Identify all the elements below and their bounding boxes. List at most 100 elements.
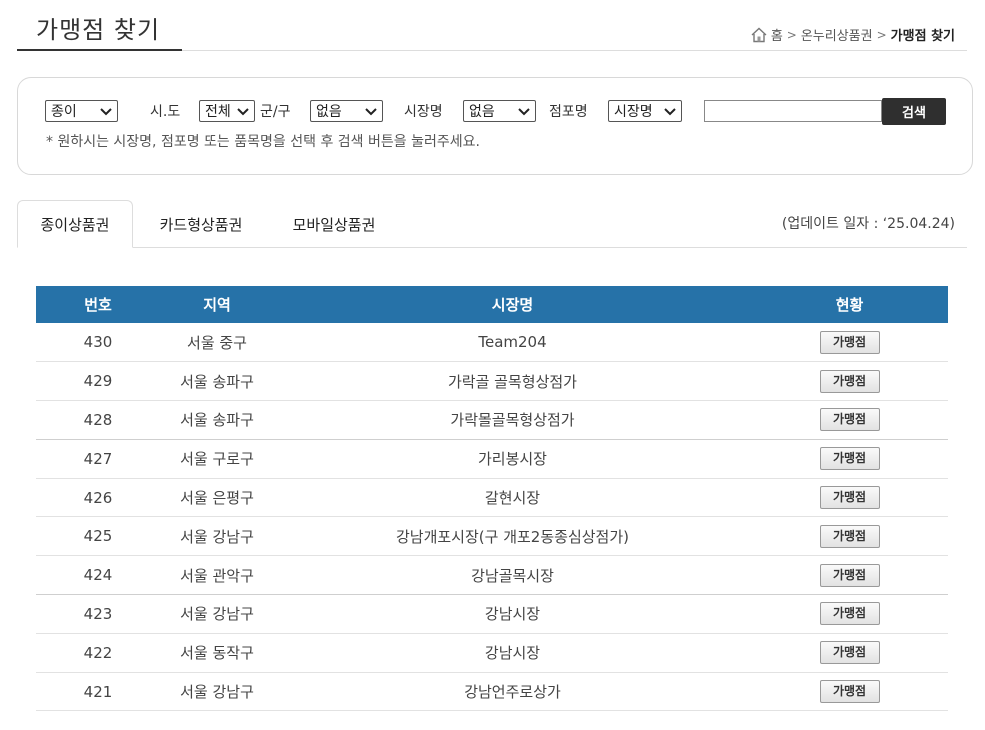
table-row: 429 서울 송파구 가락골 골목형상점가 가맹점 [36, 361, 948, 402]
store-list-button[interactable]: 가맹점 [819, 408, 880, 432]
tab-paper-voucher[interactable]: 종이상품권 [17, 200, 133, 248]
header-divider [182, 50, 967, 51]
row-status: 가맹점 [751, 361, 948, 402]
search-panel: 종이 시.도 전체 군/구 없음 시장명 없음 점포명 시장명 검색 * 원하시… [17, 77, 973, 175]
page-title: 가맹점 찾기 [36, 16, 161, 44]
chevron-right-icon: > [786, 27, 797, 42]
store-table: 번호 지역 시장명 현황 430 서울 중구 Team204 가맹점 429 서… [36, 286, 948, 712]
row-region: 서울 은평구 [160, 478, 274, 518]
voucher-type-value: 종이 [51, 104, 77, 120]
gungu-label: 군/구 [260, 104, 291, 120]
table-row: 426 서울 은평구 갈현시장 가맹점 [36, 478, 948, 518]
update-date: (업데이트 일자 : ‘25.04.24) [781, 216, 955, 232]
table-row: 422 서울 동작구 강남시장 가맹점 [36, 633, 948, 673]
row-market: 가락골 골목형상점가 [274, 361, 751, 402]
table-row: 424 서울 관악구 강남골목시장 가맹점 [36, 555, 948, 596]
gungu-value: 없음 [316, 104, 342, 120]
row-number: 427 [36, 439, 160, 479]
home-icon[interactable] [751, 27, 767, 43]
chevron-right-icon: > [876, 27, 887, 42]
row-status: 가맹점 [751, 555, 948, 596]
gungu-select[interactable]: 없음 [310, 100, 383, 122]
row-number: 422 [36, 633, 160, 673]
breadcrumb: 홈 > 온누리상품권 > 가맹점 찾기 [751, 25, 955, 44]
voucher-type-select[interactable]: 종이 [45, 100, 118, 122]
search-hint: * 원하시는 시장명, 점포명 또는 품목명을 선택 후 검색 버튼을 눌러주세… [46, 134, 480, 150]
table-row: 430 서울 중구 Team204 가맹점 [36, 323, 948, 363]
sido-label: 시.도 [150, 104, 181, 120]
row-market: 갈현시장 [274, 478, 751, 518]
breadcrumb-home[interactable]: 홈 [771, 25, 783, 44]
row-market: 강남언주로상가 [274, 672, 751, 712]
row-region: 서울 송파구 [160, 400, 274, 440]
store-list-button[interactable]: 가맹점 [819, 330, 880, 354]
row-market: 가리봉시장 [274, 439, 751, 479]
row-market: 강남시장 [274, 633, 751, 673]
row-market: 강남개포시장(구 개포2동종심상점가) [274, 516, 751, 557]
row-status: 가맹점 [751, 323, 948, 363]
row-number: 426 [36, 478, 160, 518]
table-row: 423 서울 강남구 강남시장 가맹점 [36, 594, 948, 634]
row-status: 가맹점 [751, 400, 948, 440]
store-list-button[interactable]: 가맹점 [819, 641, 880, 665]
keyword-type-value: 시장명 [614, 104, 653, 120]
row-region: 서울 동작구 [160, 633, 274, 673]
row-market: 강남시장 [274, 594, 751, 634]
table-row: 421 서울 강남구 강남언주로상가 가맹점 [36, 672, 948, 712]
row-region: 서울 강남구 [160, 516, 274, 557]
store-list-button[interactable]: 가맹점 [819, 563, 880, 587]
row-status: 가맹점 [751, 594, 948, 634]
row-market: 강남골목시장 [274, 555, 751, 596]
market-value: 없음 [469, 104, 495, 120]
store-list-button[interactable]: 가맹점 [819, 369, 880, 393]
row-region: 서울 송파구 [160, 361, 274, 402]
row-number: 430 [36, 323, 160, 363]
market-label: 시장명 [404, 104, 443, 120]
row-status: 가맹점 [751, 478, 948, 518]
chevron-down-icon [664, 108, 676, 116]
sido-value: 전체 [205, 104, 231, 120]
row-region: 서울 강남구 [160, 672, 274, 712]
store-label: 점포명 [549, 104, 588, 120]
header-number: 번호 [36, 286, 160, 323]
keyword-input[interactable] [704, 100, 882, 122]
row-status: 가맹점 [751, 516, 948, 557]
tab-card-voucher[interactable]: 카드형상품권 [137, 200, 265, 248]
chevron-down-icon [518, 108, 530, 116]
table-row: 427 서울 구로구 가리봉시장 가맹점 [36, 439, 948, 479]
row-status: 가맹점 [751, 672, 948, 712]
sido-select[interactable]: 전체 [199, 100, 255, 122]
row-region: 서울 관악구 [160, 555, 274, 596]
store-list-button[interactable]: 가맹점 [819, 680, 880, 704]
table-row: 428 서울 송파구 가락몰골목형상점가 가맹점 [36, 400, 948, 440]
row-status: 가맹점 [751, 633, 948, 673]
header-market: 시장명 [274, 286, 751, 323]
breadcrumb-onnuri[interactable]: 온누리상품권 [801, 25, 873, 44]
store-list-button[interactable]: 가맹점 [819, 486, 880, 510]
tab-mobile-voucher[interactable]: 모바일상품권 [270, 200, 398, 248]
header-region: 지역 [160, 286, 274, 323]
row-number: 421 [36, 672, 160, 712]
table-header-row: 번호 지역 시장명 현황 [36, 286, 948, 323]
search-button[interactable]: 검색 [882, 98, 946, 125]
row-region: 서울 강남구 [160, 594, 274, 634]
row-number: 428 [36, 400, 160, 440]
row-number: 424 [36, 555, 160, 596]
store-list-button[interactable]: 가맹점 [819, 447, 880, 471]
chevron-down-icon [365, 108, 377, 116]
market-select[interactable]: 없음 [463, 100, 536, 122]
chevron-down-icon [100, 108, 112, 116]
row-region: 서울 중구 [160, 323, 274, 363]
row-number: 425 [36, 516, 160, 557]
keyword-type-select[interactable]: 시장명 [608, 100, 682, 122]
breadcrumb-current: 가맹점 찾기 [890, 29, 955, 44]
row-market: 가락몰골목형상점가 [274, 400, 751, 440]
chevron-down-icon [237, 108, 249, 116]
table-row: 425 서울 강남구 강남개포시장(구 개포2동종심상점가) 가맹점 [36, 516, 948, 557]
title-underline [17, 49, 182, 51]
header-status: 현황 [751, 286, 948, 323]
store-list-button[interactable]: 가맹점 [819, 524, 880, 548]
row-number: 429 [36, 361, 160, 402]
table-body: 430 서울 중구 Team204 가맹점 429 서울 송파구 가락골 골목형… [36, 323, 948, 712]
store-list-button[interactable]: 가맹점 [819, 602, 880, 626]
